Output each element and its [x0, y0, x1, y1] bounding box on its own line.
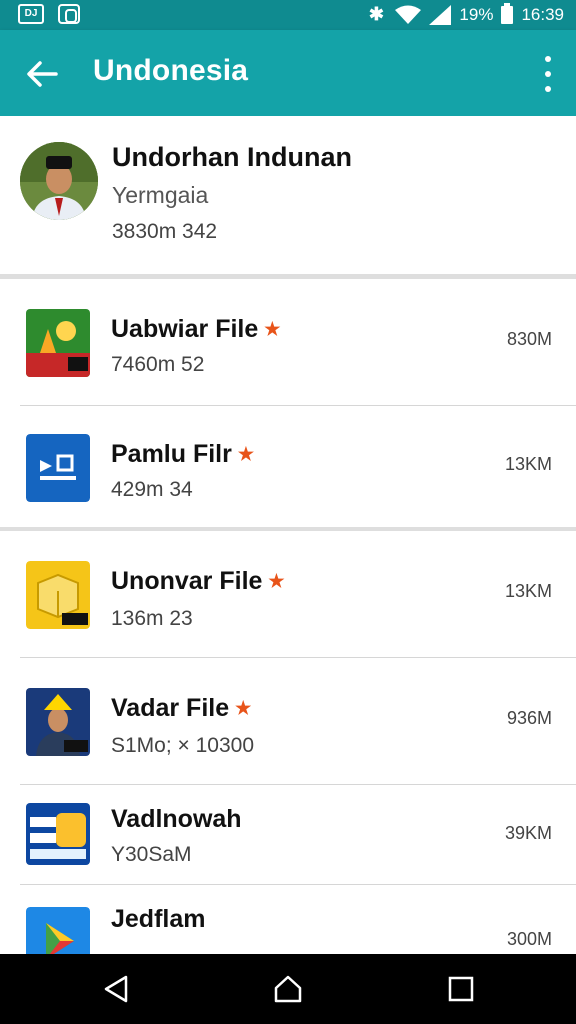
file-size: 936M — [506, 708, 552, 728]
profile-name: Undorhan Indunan — [112, 142, 352, 172]
red-green-game-icon — [26, 309, 90, 377]
battery-icon — [501, 2, 514, 24]
profile-meta: 3830m 342 — [112, 220, 218, 243]
file-list-item[interactable]: Pamlu Filr ★ 429m 34 13KM — [0, 406, 576, 527]
file-size: 300M — [506, 929, 552, 949]
file-subtitle: 136m 23 — [111, 607, 193, 630]
file-subtitle: Y30SaM — [111, 843, 192, 866]
file-title: Uabwiar File — [111, 315, 259, 343]
star-icon[interactable]: ★ — [235, 698, 251, 719]
profile-header[interactable]: Undorhan Indunan Yermgaia 3830m 342 — [0, 116, 576, 274]
file-subtitle: 7460m 52 — [111, 353, 205, 376]
more-options-icon[interactable] — [538, 56, 558, 92]
signal-icon — [429, 4, 452, 25]
blue-photo-icon — [26, 434, 90, 502]
profile-subtitle: Yermgaia — [112, 182, 209, 208]
home-icon[interactable] — [271, 972, 305, 1006]
yellow-box-icon — [26, 561, 90, 629]
file-list-item[interactable]: Vadar File ★ S1Mo; × 10300 936M — [0, 658, 576, 785]
file-title: Pamlu Filr — [111, 440, 232, 468]
file-title: Vadar File — [111, 694, 230, 722]
file-subtitle: 429m 34 — [111, 478, 193, 501]
file-subtitle: S1Mo; × 10300 — [111, 734, 255, 757]
star-icon[interactable]: ★ — [238, 444, 254, 465]
file-list-item[interactable]: Jedflam 300M — [0, 885, 576, 954]
clock: 16:39 — [521, 4, 564, 24]
back-arrow-icon[interactable] — [22, 54, 62, 94]
file-size: 13KM — [504, 454, 552, 474]
file-size: 13KM — [504, 581, 552, 601]
blue-text-logo-icon — [26, 803, 90, 865]
battery-percent: 19% — [459, 4, 494, 24]
star-icon[interactable]: ★ — [264, 319, 280, 340]
status-bar: DJ ✱ 19% 16:39 — [0, 0, 576, 30]
file-size: 830M — [506, 329, 552, 349]
file-list-item[interactable]: Unonvar File ★ 136m 23 13KM — [0, 531, 576, 658]
page-title: Undonesia — [93, 54, 249, 87]
recent-apps-icon[interactable] — [444, 972, 478, 1006]
file-list-item[interactable]: Uabwiar File ★ 7460m 52 830M — [0, 279, 576, 406]
file-title: Jedflam — [111, 905, 206, 933]
file-title: Vadlnowah — [111, 805, 242, 833]
file-title: Unonvar File — [111, 567, 263, 595]
bluetooth-icon: ✱ — [368, 4, 384, 24]
navigation-bar — [0, 954, 576, 1024]
wifi-icon — [395, 5, 422, 24]
avatar — [20, 142, 98, 220]
play-store-icon — [26, 907, 90, 954]
notification-box-icon: DJ — [18, 4, 44, 24]
file-list-item[interactable]: Vadlnowah Y30SaM 39KM — [0, 785, 576, 885]
back-triangle-icon[interactable] — [100, 972, 134, 1006]
app-bar: Undonesia — [0, 30, 576, 116]
star-icon[interactable]: ★ — [268, 571, 284, 592]
notification-zero-icon — [58, 4, 80, 24]
portrait-yellow-hat-icon — [26, 688, 90, 756]
file-size: 39KM — [504, 823, 552, 843]
